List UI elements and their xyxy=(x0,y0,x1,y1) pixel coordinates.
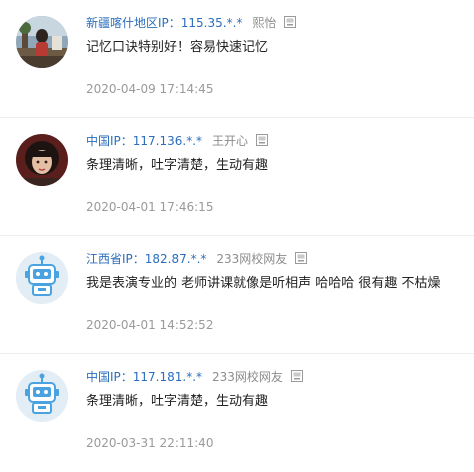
username[interactable]: 233网校网友 xyxy=(212,368,283,385)
comment-list: 新疆喀什地区IP：115.35.*.* 熙怡 记忆口诀特别好！容易快速记忆 20… xyxy=(0,0,474,472)
comment-meta: 中国IP：117.181.*.* 233网校网友 xyxy=(86,366,303,386)
computer-icon xyxy=(295,252,308,264)
computer-icon xyxy=(290,370,303,382)
comment-item: 新疆喀什地区IP：115.35.*.* 熙怡 记忆口诀特别好！容易快速记忆 20… xyxy=(0,0,474,118)
comment-text: 条理清晰，吐字清楚，生动有趣 xyxy=(86,394,269,409)
photo-avatar-girl-icon xyxy=(16,134,68,186)
username[interactable]: 熙怡 xyxy=(252,14,276,31)
avatar[interactable] xyxy=(16,134,68,186)
ip-location: 中国IP：117.181.*.* xyxy=(86,369,203,384)
robot-avatar-icon xyxy=(16,252,68,304)
username[interactable]: 233网校网友 xyxy=(216,250,287,267)
comment-meta: 新疆喀什地区IP：115.35.*.* 熙怡 xyxy=(86,12,297,32)
computer-icon xyxy=(284,16,297,28)
robot-avatar-icon xyxy=(16,370,68,422)
photo-avatar-outdoor-icon xyxy=(16,16,68,68)
comment-time: 2020-04-09 17:14:45 xyxy=(86,82,214,96)
comment-meta: 中国IP：117.136.*.* 王开心 xyxy=(86,130,269,150)
comment-time: 2020-04-01 17:46:15 xyxy=(86,200,214,214)
comment-text: 我是表演专业的 老师讲课就像是听相声 哈哈哈 很有趣 不枯燥 xyxy=(86,276,441,291)
username[interactable]: 王开心 xyxy=(212,132,248,149)
comment-text: 记忆口诀特别好！容易快速记忆 xyxy=(86,40,269,55)
comment-time: 2020-03-31 22:11:40 xyxy=(86,436,214,450)
comment-item: 中国IP：117.181.*.* 233网校网友 条理清晰，吐字清楚，生动有趣 … xyxy=(0,354,474,472)
comment-meta: 江西省IP：182.87.*.* 233网校网友 xyxy=(86,248,308,268)
avatar[interactable] xyxy=(16,370,68,422)
computer-icon xyxy=(256,134,269,146)
ip-location: 江西省IP：182.87.*.* xyxy=(86,251,207,266)
avatar[interactable] xyxy=(16,252,68,304)
ip-location: 中国IP：117.136.*.* xyxy=(86,133,203,148)
avatar[interactable] xyxy=(16,16,68,68)
comment-item: 中国IP：117.136.*.* 王开心 条理清晰，吐字清楚，生动有趣 2020… xyxy=(0,118,474,236)
ip-location: 新疆喀什地区IP：115.35.*.* xyxy=(86,15,243,30)
comment-time: 2020-04-01 14:52:52 xyxy=(86,318,214,332)
comment-text: 条理清晰，吐字清楚，生动有趣 xyxy=(86,158,269,173)
comment-item: 江西省IP：182.87.*.* 233网校网友 我是表演专业的 老师讲课就像是… xyxy=(0,236,474,354)
